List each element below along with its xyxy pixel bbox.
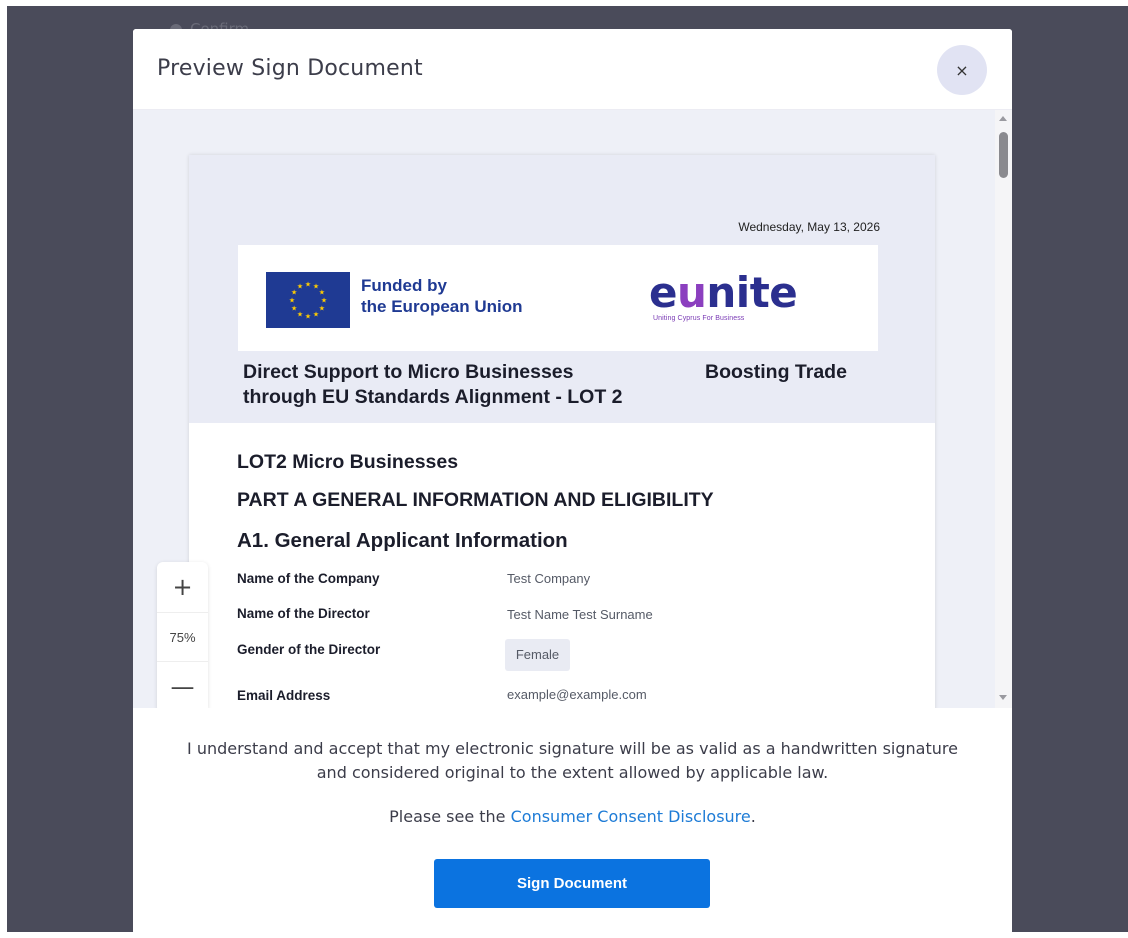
- zoom-in-button[interactable]: +: [157, 562, 208, 612]
- eu-star-icon: ★: [297, 310, 303, 318]
- eunite-logo-rest: nite: [706, 268, 798, 317]
- consumer-consent-disclosure-link[interactable]: Consumer Consent Disclosure: [511, 807, 751, 826]
- zoom-level: 75%: [157, 612, 208, 662]
- eunite-logo-e: e: [649, 268, 678, 317]
- zoom-out-button[interactable]: —: [157, 662, 208, 708]
- field-label-director: Name of the Director: [237, 606, 370, 621]
- scroll-thumb[interactable]: [999, 132, 1008, 178]
- eu-star-icon: ★: [305, 281, 311, 289]
- eunite-tagline: Uniting Cyprus For Business: [653, 315, 745, 322]
- viewer-scrollbar[interactable]: [995, 110, 1012, 708]
- disclosure-suffix: .: [750, 807, 756, 826]
- consent-text: I understand and accept that my electron…: [187, 739, 958, 782]
- close-icon: ×: [955, 61, 969, 80]
- funded-line-1: Funded by: [361, 276, 447, 295]
- eu-star-icon: ★: [321, 297, 327, 305]
- program-title-line-1: Direct Support to Micro Businesses: [243, 361, 574, 383]
- eu-star-icon: ★: [297, 283, 303, 291]
- minus-icon: —: [170, 673, 195, 701]
- program-title: Direct Support to Micro Businesses throu…: [243, 360, 623, 410]
- field-label-company: Name of the Company: [237, 571, 380, 586]
- sign-document-button[interactable]: Sign Document: [434, 859, 710, 908]
- close-button[interactable]: ×: [937, 45, 987, 95]
- eu-flag-icon: ★ ★ ★ ★ ★ ★ ★ ★ ★ ★ ★ ★: [266, 272, 350, 328]
- plus-icon: +: [172, 573, 193, 601]
- funded-line-2: the European Union: [361, 297, 523, 316]
- boosting-trade-title: Boosting Trade: [705, 361, 847, 383]
- document-header: Wednesday, May 13, 2026 ★ ★ ★ ★ ★ ★ ★ ★ ★ ★ ★ ★ Fun…: [189, 155, 935, 423]
- field-value-director: Test Name Test Surname: [507, 607, 653, 622]
- scroll-up-arrow-icon[interactable]: [999, 116, 1007, 121]
- heading-part-a: PART A GENERAL INFORMATION AND ELIGIBILI…: [237, 489, 714, 511]
- heading-lot: LOT2 Micro Businesses: [237, 451, 459, 473]
- field-value-gender: Female: [505, 639, 570, 671]
- funded-by-eu-text: Funded by the European Union: [361, 275, 523, 317]
- dialog-title: Preview Sign Document: [157, 56, 423, 81]
- dialog-footer: I understand and accept that my electron…: [133, 708, 1012, 934]
- eu-star-icon: ★: [319, 289, 325, 297]
- eu-star-icon: ★: [313, 310, 319, 318]
- field-label-email: Email Address: [237, 688, 331, 703]
- zoom-controls: + 75% —: [157, 562, 208, 708]
- dialog-header: Preview Sign Document ×: [133, 29, 1012, 110]
- preview-sign-dialog: Preview Sign Document × Wednesday, May 1…: [133, 29, 1012, 934]
- disclosure-line: Please see the Consumer Consent Disclosu…: [133, 807, 1012, 826]
- program-title-line-2: through EU Standards Alignment - LOT 2: [243, 386, 623, 408]
- eu-star-icon: ★: [291, 305, 297, 313]
- field-label-gender: Gender of the Director: [237, 642, 381, 657]
- heading-a1: A1. General Applicant Information: [237, 529, 568, 552]
- field-value-company: Test Company: [507, 571, 591, 586]
- eunite-logo-u: u: [677, 268, 707, 317]
- document-date: Wednesday, May 13, 2026: [738, 220, 880, 234]
- disclosure-prefix: Please see the: [389, 807, 511, 826]
- document-page: Wednesday, May 13, 2026 ★ ★ ★ ★ ★ ★ ★ ★ ★ ★ ★ ★ Fun…: [189, 155, 935, 708]
- eu-star-icon: ★: [289, 297, 295, 305]
- eu-star-icon: ★: [305, 313, 311, 321]
- eu-star-icon: ★: [319, 305, 325, 313]
- logo-banner: ★ ★ ★ ★ ★ ★ ★ ★ ★ ★ ★ ★ Funded by the European Unio…: [238, 245, 878, 351]
- document-viewer[interactable]: Wednesday, May 13, 2026 ★ ★ ★ ★ ★ ★ ★ ★ ★ ★ ★ ★ Fun…: [133, 110, 1012, 708]
- field-value-email: example@example.com: [507, 687, 647, 702]
- eunite-logo: eunite: [649, 268, 798, 317]
- scroll-down-arrow-icon[interactable]: [999, 695, 1007, 700]
